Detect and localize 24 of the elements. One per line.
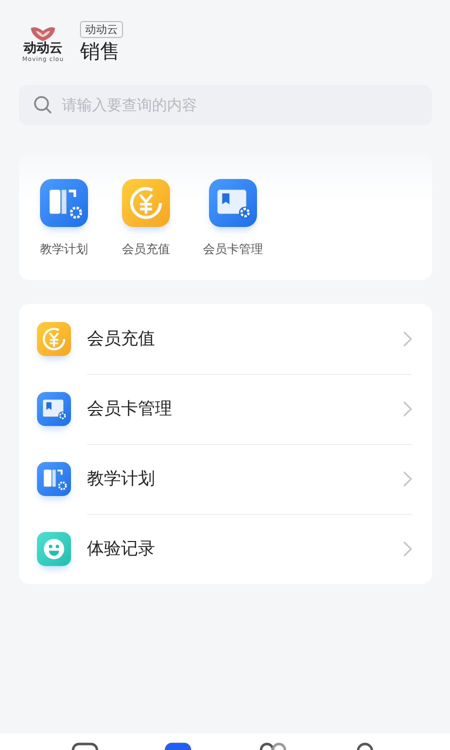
chevron-right-icon	[403, 330, 412, 346]
page-title: 销售	[80, 38, 120, 64]
menu-item[interactable]: 会员卡管理	[19, 374, 432, 444]
book-gear-icon	[40, 179, 88, 227]
heart-logo-icon	[29, 26, 57, 42]
shortcut-button[interactable]: 会员卡管理	[203, 179, 263, 258]
search-icon	[33, 95, 53, 115]
book-gear-icon	[37, 462, 71, 496]
search-field[interactable]: 请输入要查询的内容	[19, 85, 432, 125]
app-tag: 动动云	[80, 21, 123, 38]
yen-coin-icon	[122, 179, 170, 227]
card-gear-icon	[209, 179, 257, 227]
smiley-icon	[37, 532, 71, 566]
shortcut-button[interactable]: 教学计划	[39, 179, 89, 258]
chevron-right-icon	[403, 400, 412, 416]
menu-item[interactable]: 体验记录	[19, 514, 432, 584]
chevron-right-icon	[403, 540, 412, 556]
shortcut-button[interactable]: 会员充值	[121, 179, 171, 258]
yen-coin-icon	[37, 322, 71, 356]
chevron-right-icon	[403, 470, 412, 486]
logo-text: 动动云	[24, 42, 62, 56]
card-gear-icon	[37, 392, 71, 426]
menu-item[interactable]: 教学计划	[19, 444, 432, 514]
menu-item[interactable]: 会员充值	[19, 304, 432, 374]
